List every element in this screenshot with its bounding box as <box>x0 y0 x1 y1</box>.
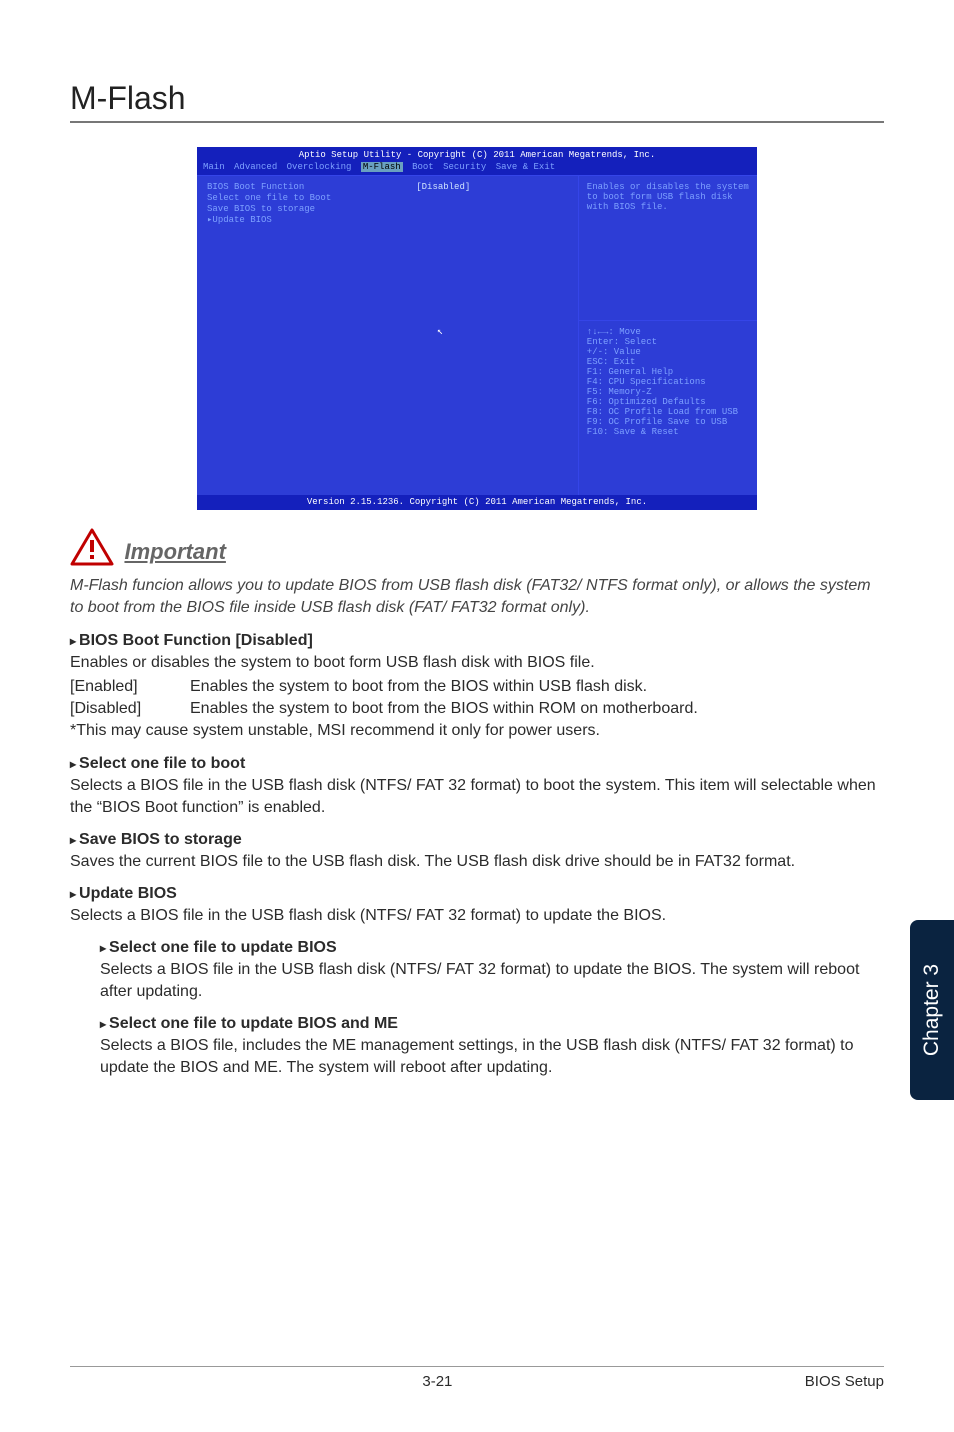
bios-menu: Main Advanced Overclocking M-Flash Boot … <box>197 161 757 175</box>
chapter-tab-label: Chapter 3 <box>920 964 944 1056</box>
bios-menu-item: Advanced <box>234 162 277 172</box>
bios-right-pane: Enables or disables the system to boot f… <box>578 176 757 495</box>
bios-row: Select one file to Boot <box>207 193 568 203</box>
warning-icon <box>70 528 114 571</box>
bios-screenshot: Aptio Setup Utility - Copyright (C) 2011… <box>197 147 757 510</box>
bios-row-submenu: Update BIOS <box>207 215 568 225</box>
item-heading: Save BIOS to storage <box>70 831 884 849</box>
bios-menu-item-active: M-Flash <box>361 162 403 172</box>
bios-menu-item: Overclocking <box>287 162 352 172</box>
page-footer: 3-21 BIOS Setup <box>70 1366 884 1390</box>
option-label: [Disabled] <box>70 698 190 720</box>
chapter-tab: Chapter 3 <box>910 920 954 1100</box>
bios-menu-item: Main <box>203 162 225 172</box>
bios-row: BIOS Boot Function [Disabled] <box>207 182 568 192</box>
bios-key: BIOS Boot Function <box>207 182 416 192</box>
footer-section: BIOS Setup <box>805 1373 884 1390</box>
bios-left-pane: BIOS Boot Function [Disabled] Select one… <box>197 176 578 495</box>
cursor-icon: ↖ <box>437 326 443 338</box>
item-desc: Saves the current BIOS file to the USB f… <box>70 851 884 873</box>
bios-version: Version 2.15.1236. Copyright (C) 2011 Am… <box>197 495 757 510</box>
item-note: *This may cause system unstable, MSI rec… <box>70 720 884 742</box>
page-title: M-Flash <box>70 80 884 123</box>
item-heading: BIOS Boot Function [Disabled] <box>70 632 884 650</box>
option-text: Enables the system to boot from the BIOS… <box>190 698 698 720</box>
option-row: [Disabled] Enables the system to boot fr… <box>70 698 884 720</box>
bios-help-desc: Enables or disables the system to boot f… <box>579 176 757 320</box>
footer-page-number: 3-21 <box>70 1373 805 1390</box>
bios-menu-item: Save & Exit <box>496 162 555 172</box>
option-text: Enables the system to boot from the BIOS… <box>190 676 647 698</box>
bios-value: [Disabled] <box>416 182 470 192</box>
important-note: M-Flash funcion allows you to update BIO… <box>70 575 884 618</box>
option-label: [Enabled] <box>70 676 190 698</box>
item-desc: Selects a BIOS file in the USB flash dis… <box>70 905 884 927</box>
bios-key: Update BIOS <box>212 215 421 225</box>
bios-menu-item: Security <box>443 162 486 172</box>
bios-row: Save BIOS to storage <box>207 204 568 214</box>
important-label: Important <box>124 539 225 571</box>
item-desc: Enables or disables the system to boot f… <box>70 652 884 674</box>
bios-key: Select one file to Boot <box>207 193 416 203</box>
item-heading: Select one file to boot <box>70 755 884 773</box>
item-desc: Selects a BIOS file in the USB flash dis… <box>70 775 884 819</box>
subitem-heading: Select one file to update BIOS <box>100 939 884 957</box>
bios-title: Aptio Setup Utility - Copyright (C) 2011… <box>197 147 757 161</box>
bios-help-keys: ↑↓←→: Move Enter: Select +/-: Value ESC:… <box>579 320 757 495</box>
subitem-desc: Selects a BIOS file, includes the ME man… <box>100 1035 884 1079</box>
bios-key: Save BIOS to storage <box>207 204 416 214</box>
subitem-desc: Selects a BIOS file in the USB flash dis… <box>100 959 884 1003</box>
important-heading: Important <box>70 528 884 571</box>
option-row: [Enabled] Enables the system to boot fro… <box>70 676 884 698</box>
bios-menu-item: Boot <box>412 162 434 172</box>
item-heading: Update BIOS <box>70 885 884 903</box>
subitem-heading: Select one file to update BIOS and ME <box>100 1015 884 1033</box>
